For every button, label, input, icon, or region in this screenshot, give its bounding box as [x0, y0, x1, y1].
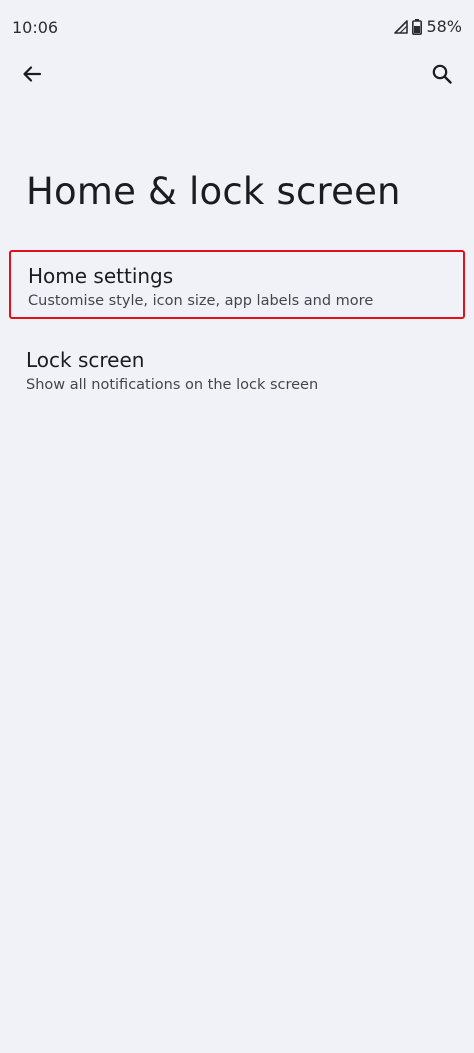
battery-icon: [412, 18, 423, 35]
setting-title: Lock screen: [26, 348, 145, 372]
back-button[interactable]: [12, 56, 52, 96]
setting-item-home-settings[interactable]: Home settings Customise style, icon size…: [9, 250, 465, 319]
status-bar: 10:06 58%: [0, 0, 474, 56]
battery-percentage: 58%: [426, 17, 462, 36]
setting-subtitle: Show all notifications on the lock scree…: [26, 377, 319, 393]
app-bar: [0, 56, 474, 100]
page-title: Home & lock screen: [26, 170, 401, 213]
signal-icon: [394, 19, 409, 34]
setting-title: Home settings: [28, 264, 174, 288]
settings-list: Home settings Customise style, icon size…: [0, 246, 474, 411]
status-time: 10:06: [12, 18, 59, 37]
arrow-back-icon: [21, 63, 43, 89]
setting-subtitle: Customise style, icon size, app labels a…: [28, 293, 374, 309]
search-button[interactable]: [422, 56, 462, 96]
status-icons: 58%: [394, 17, 462, 36]
setting-item-lock-screen[interactable]: Lock screen Show all notifications on th…: [0, 347, 474, 411]
search-icon: [431, 63, 453, 89]
